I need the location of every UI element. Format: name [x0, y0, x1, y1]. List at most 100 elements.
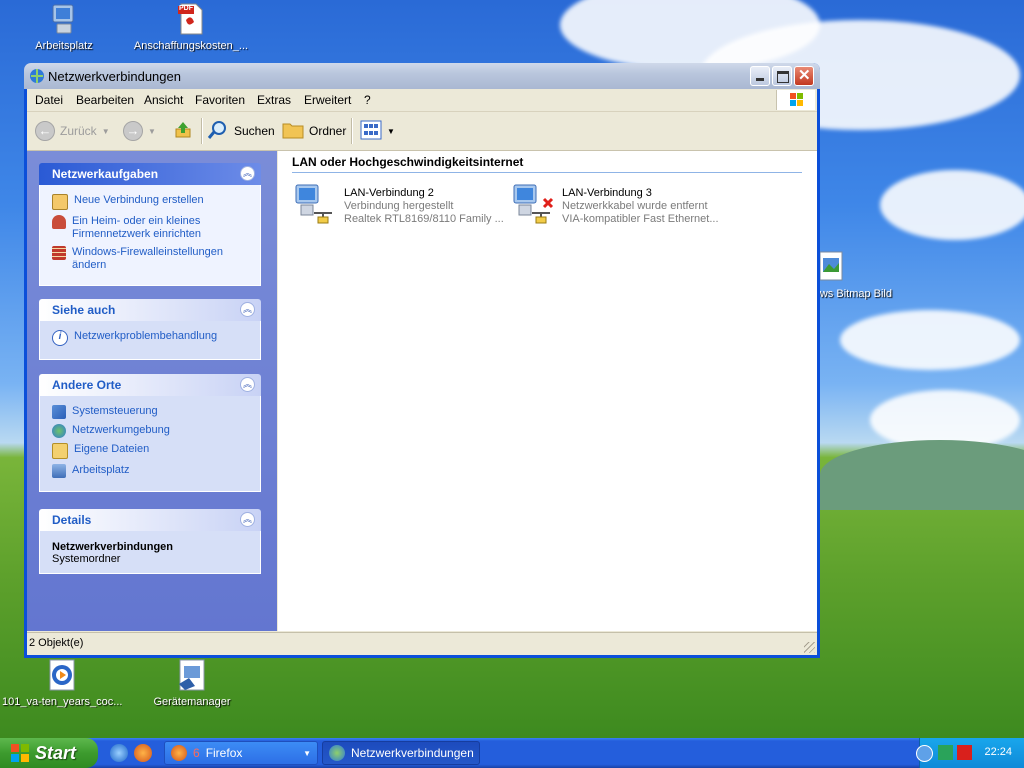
quicklaunch-ie-icon[interactable]	[110, 744, 128, 762]
quicklaunch-firefox-icon[interactable]	[134, 744, 152, 762]
collapse-icon[interactable]: ︽	[240, 166, 255, 181]
link-control-panel[interactable]: Systemsteuerung	[52, 405, 250, 419]
menu-favoriten[interactable]: Favoriten	[195, 93, 245, 107]
search-button[interactable]: Suchen	[207, 120, 275, 142]
link-my-computer[interactable]: Arbeitsplatz	[52, 464, 250, 478]
menu-extras[interactable]: Extras	[257, 93, 291, 107]
chevron-down-icon: ▼	[148, 126, 156, 136]
link-new-connection[interactable]: Neue Verbindung erstellen	[52, 194, 250, 210]
antivirus-tray-icon[interactable]	[957, 745, 972, 760]
taskbar-button-network-connections[interactable]: Netzwerkverbindungen	[322, 741, 480, 765]
windows-flag-icon	[10, 743, 30, 763]
maximize-button[interactable]	[772, 66, 792, 86]
group-header: LAN oder Hochgeschwindigkeitsinternet	[292, 155, 802, 173]
desktop-icon-device-manager[interactable]: Gerätemanager	[132, 658, 252, 708]
title-bar[interactable]: Netzwerkverbindungen ✕	[24, 63, 820, 89]
media-file-icon	[45, 658, 79, 692]
back-arrow-icon: ←	[35, 121, 55, 141]
lan-connection-icon	[292, 181, 336, 225]
panel-details: Details ︽ Netzwerkverbindungen Systemord…	[39, 509, 261, 574]
maximize-icon	[777, 71, 789, 83]
desktop-icon-pdf-file[interactable]: PDF Anschaffungskosten_...	[131, 2, 251, 52]
panel-network-tasks: Netzwerkaufgaben ︽ Neue Verbindung erste…	[39, 163, 261, 286]
toolbar-separator	[201, 118, 203, 144]
system-tray: 22:24	[916, 738, 1024, 768]
link-network-troubleshooting[interactable]: i Netzwerkproblembehandlung	[52, 330, 250, 346]
connection-item-lan-3[interactable]: LAN-Verbindung 3 Netzwerkkabel wurde ent…	[510, 181, 720, 231]
link-firewall-settings[interactable]: Windows-Firewalleinstellungen ändern	[52, 246, 250, 272]
window-count: 6	[193, 746, 200, 760]
chevron-down-icon: ▼	[303, 748, 311, 758]
panel-header[interactable]: Details ︽	[39, 509, 261, 531]
new-connection-icon	[52, 194, 68, 210]
menu-ansicht[interactable]: Ansicht	[144, 93, 183, 107]
up-folder-icon	[173, 120, 193, 143]
details-name: Netzwerkverbindungen	[52, 541, 174, 553]
network-connections-icon	[29, 68, 45, 84]
panel-header[interactable]: Netzwerkaufgaben ︽	[39, 163, 261, 185]
menu-help[interactable]: ?	[364, 93, 371, 107]
connection-device: VIA-kompatibler Fast Ethernet...	[562, 213, 719, 225]
search-icon	[207, 119, 229, 144]
network-connections-window: Netzwerkverbindungen ✕ Datei Bearbeiten …	[24, 63, 820, 658]
my-documents-icon	[52, 443, 68, 459]
connection-item-lan-2[interactable]: LAN-Verbindung 2 Verbindung hergestellt …	[292, 181, 504, 231]
show-hidden-icons-chevron-icon[interactable]	[916, 745, 933, 762]
taskbar: Start 6 Firefox ▼ Netzwerkverbindungen 2…	[0, 738, 1024, 768]
menu-bearbeiten[interactable]: Bearbeiten	[76, 93, 134, 107]
folder-icon	[282, 120, 304, 143]
link-my-documents[interactable]: Eigene Dateien	[52, 443, 250, 459]
start-button[interactable]: Start	[0, 738, 98, 768]
desktop-icon-my-computer[interactable]: Arbeitsplatz	[4, 2, 124, 52]
forward-button[interactable]: → ▼	[123, 120, 156, 142]
toolbar-separator	[351, 118, 353, 144]
menu-bar: Datei Bearbeiten Ansicht Favoriten Extra…	[27, 89, 817, 112]
connection-status: Netzwerkkabel wurde entfernt	[562, 200, 708, 212]
connection-device: Realtek RTL8169/8110 Family ...	[344, 213, 504, 225]
collapse-icon[interactable]: ︽	[240, 512, 255, 527]
collapse-icon[interactable]: ︽	[240, 302, 255, 317]
control-panel-icon	[52, 405, 66, 419]
task-pane: Netzwerkaufgaben ︽ Neue Verbindung erste…	[27, 151, 277, 631]
link-home-network[interactable]: Ein Heim- oder ein kleines Firmennetzwer…	[52, 215, 250, 241]
panel-other-places: Andere Orte ︽ Systemsteuerung Netzwerkum…	[39, 374, 261, 492]
menu-datei[interactable]: Datei	[35, 93, 63, 107]
window-title: Netzwerkverbindungen	[48, 69, 181, 84]
content-area: LAN oder Hochgeschwindigkeitsinternet LA…	[278, 151, 817, 631]
menu-erweitert[interactable]: Erweitert	[304, 93, 351, 107]
status-object-count: 2 Objekt(e)	[29, 637, 84, 649]
connection-status: Verbindung hergestellt	[344, 200, 454, 212]
lan-disconnected-icon	[510, 181, 554, 225]
views-icon	[360, 120, 382, 143]
status-bar: 2 Objekt(e)	[27, 632, 817, 655]
resize-grip-icon[interactable]	[804, 642, 815, 653]
windows-logo-icon	[776, 90, 815, 110]
minimize-icon	[756, 78, 764, 81]
toolbar: ← Zurück ▼ → ▼ Suchen Ordner ▼	[27, 112, 817, 151]
up-folder-button[interactable]	[173, 120, 193, 142]
close-icon: ✕	[798, 67, 811, 84]
connection-name: LAN-Verbindung 2	[344, 187, 434, 199]
desktop-icon-media-file[interactable]: 101_va-ten_years_coc...	[2, 658, 122, 708]
firewall-icon	[52, 246, 66, 260]
link-network-places[interactable]: Netzwerkumgebung	[52, 424, 250, 438]
panel-header[interactable]: Andere Orte ︽	[39, 374, 261, 396]
panel-header[interactable]: Siehe auch ︽	[39, 299, 261, 321]
forward-arrow-icon: →	[123, 121, 143, 141]
folders-button[interactable]: Ordner	[282, 120, 346, 142]
chevron-down-icon: ▼	[101, 126, 110, 136]
back-button[interactable]: ← Zurück ▼	[35, 120, 110, 142]
panel-see-also: Siehe auch ︽ i Netzwerkproblembehandlung	[39, 299, 261, 360]
home-network-icon	[52, 215, 66, 229]
chevron-down-icon: ▼	[387, 126, 395, 136]
network-connections-icon	[329, 745, 345, 761]
taskbar-button-firefox[interactable]: 6 Firefox ▼	[164, 741, 318, 765]
views-button[interactable]: ▼	[360, 120, 395, 142]
connection-name: LAN-Verbindung 3	[562, 187, 652, 199]
minimize-button[interactable]	[750, 66, 770, 86]
network-tray-icon[interactable]	[938, 745, 953, 760]
collapse-icon[interactable]: ︽	[240, 377, 255, 392]
close-button[interactable]: ✕	[794, 66, 814, 86]
pdf-file-icon: PDF	[174, 2, 208, 36]
my-computer-icon	[47, 2, 81, 36]
